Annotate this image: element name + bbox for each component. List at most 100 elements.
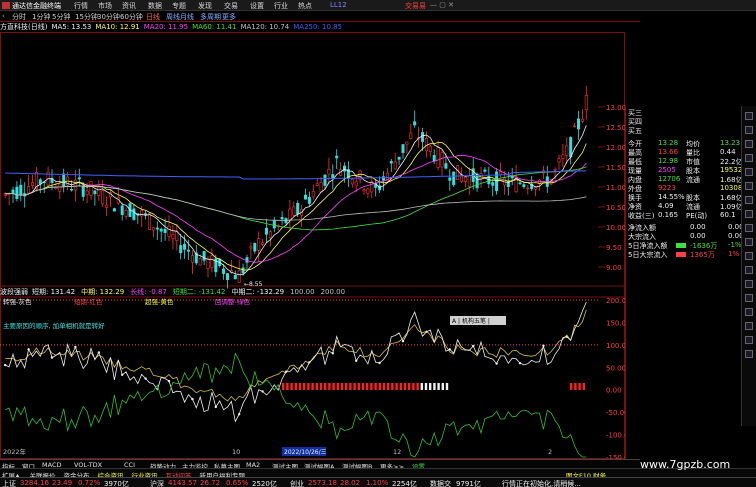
signal-bar <box>445 382 449 390</box>
price-tick-label: 12.00 <box>606 144 626 152</box>
period-tab[interactable]: 15分钟 <box>75 12 98 22</box>
candle-body <box>140 209 144 217</box>
menu-item[interactable]: 专题 <box>172 1 186 11</box>
candle-body <box>475 173 479 189</box>
index-value: 4143.57 <box>168 479 197 487</box>
side-tool-icon[interactable] <box>745 350 753 358</box>
ma-value: MA5: 13.53 <box>51 23 92 31</box>
window-controls-icon[interactable]: — ▢ ✕ <box>430 1 454 9</box>
period-tab[interactable]: 1分钟 <box>32 12 50 22</box>
signal-bar <box>420 382 423 390</box>
ma10-line <box>5 142 587 271</box>
menu-item-ll12[interactable]: LL12 <box>330 1 347 9</box>
side-tool-icon[interactable] <box>745 308 753 316</box>
ma-value: MA20: 11.95 <box>143 23 189 31</box>
ma-legend: 方直科技(日线) MA5: 13.53 MA10: 12.91 MA20: 11.95… <box>0 22 640 32</box>
x-axis-label: 2 <box>548 448 552 456</box>
signal-bar <box>357 382 360 390</box>
menu-item[interactable]: 热点 <box>298 1 312 11</box>
menu-item[interactable]: 市场 <box>98 1 112 11</box>
menu-item[interactable]: 行业 <box>274 1 288 11</box>
indicator-panel: 转强-灰色 短期-红色 超强-黄色 回调整-绿色主要原因的顺序, 加单相机就是转好 A … <box>3 297 587 458</box>
menu-item[interactable]: 资讯 <box>122 1 136 11</box>
kline-chart[interactable]: ←8.55 转强-灰色 短期-红色 超强-黄色 回调整-绿色主要原因的顺序, 加单相机… <box>0 32 640 460</box>
x-axis-label: 2022年 <box>3 447 27 456</box>
side-tool-icon[interactable] <box>745 168 753 176</box>
candle-body <box>155 227 159 230</box>
date-cursor-label: 2022/10/26/三 <box>284 449 327 456</box>
side-tool-icon[interactable] <box>745 182 753 190</box>
indicator-popup-label[interactable]: A | 机构五笔 | <box>452 317 490 325</box>
signal-bar <box>361 382 365 390</box>
side-tool-icon[interactable] <box>745 224 753 232</box>
candle-body <box>183 243 187 250</box>
signal-bar <box>408 382 411 390</box>
period-tab[interactable]: 30分钟 <box>97 12 120 22</box>
signal-bar <box>391 382 394 390</box>
menu-item[interactable]: 发现 <box>198 1 212 11</box>
menu-item[interactable]: 数据 <box>148 1 162 11</box>
menu-item[interactable]: 设置 <box>250 1 264 11</box>
candle-body <box>573 125 577 128</box>
side-tool-icon[interactable] <box>745 196 753 204</box>
indicator-annotation: 超强-黄色 <box>145 297 174 306</box>
index-pct: 0.65% <box>226 479 249 487</box>
side-tool-icon[interactable] <box>745 280 753 288</box>
indicator-value: 短期: 131.42 <box>32 288 76 296</box>
trade-button[interactable]: 交易易 <box>405 1 426 11</box>
expand-icon[interactable]: ‹ <box>2 12 5 20</box>
signal-bar <box>574 382 577 390</box>
indicator-annotation: 主要原因的顺序, 加单相机就是转好 <box>3 321 105 330</box>
side-toolbar[interactable] <box>741 106 756 426</box>
candle-body <box>222 268 226 274</box>
index-amount: 2520亿 <box>252 480 277 487</box>
side-tool-icon[interactable] <box>745 252 753 260</box>
candle-body <box>77 177 81 180</box>
candle-body <box>163 229 167 233</box>
side-tool-icon[interactable] <box>745 266 753 274</box>
candle-body <box>241 267 245 274</box>
quote-value: 13.28 <box>658 139 679 147</box>
chart-frame <box>0 32 625 459</box>
quote-value: 0.44 <box>720 148 736 156</box>
index-name[interactable]: 上证 <box>2 479 16 487</box>
candle-body <box>584 94 588 111</box>
side-tool-icon[interactable] <box>745 210 753 218</box>
index-name[interactable]: 数据交 <box>430 479 451 487</box>
candle-body <box>81 185 85 197</box>
indicator-value: 中期二: -132.29 <box>231 288 285 296</box>
candle-body <box>444 163 448 169</box>
period-tab[interactable]: 日线 <box>146 12 160 22</box>
menu-item[interactable]: 行情 <box>74 1 88 11</box>
signal-bar <box>570 382 573 390</box>
candle-body <box>179 245 183 254</box>
candle-body <box>233 275 237 280</box>
side-tool-icon[interactable] <box>745 294 753 302</box>
price-tick-label: 9.00 <box>606 264 622 272</box>
signal-bar <box>328 382 331 390</box>
watermark-text: www.7gpzb.com <box>640 458 731 471</box>
period-tab[interactable]: 5分钟 <box>52 12 70 22</box>
period-tab[interactable]: 更多 <box>222 12 236 22</box>
side-tool-icon[interactable] <box>745 336 753 344</box>
candle-body <box>85 190 89 195</box>
period-tab[interactable]: 分时 <box>12 12 26 22</box>
side-tool-icon[interactable] <box>745 154 753 162</box>
period-tab[interactable]: 多周期 <box>200 12 221 22</box>
side-tool-icon[interactable] <box>745 112 753 120</box>
side-tool-icon[interactable] <box>745 126 753 134</box>
period-tab[interactable]: 60分钟 <box>120 12 143 22</box>
side-tool-icon[interactable] <box>745 140 753 148</box>
period-tab[interactable]: 周线 <box>166 12 180 22</box>
index-name[interactable]: 创业 <box>290 479 304 487</box>
menu-item[interactable]: 交易 <box>224 1 238 11</box>
index-pct: 0.72% <box>78 479 101 487</box>
period-tab[interactable]: 月线 <box>180 12 194 22</box>
index-name[interactable]: 沪深 <box>150 479 164 487</box>
signal-bar <box>582 382 585 390</box>
side-tool-icon[interactable] <box>745 322 753 330</box>
candle-body <box>206 258 210 269</box>
side-tool-icon[interactable] <box>745 238 753 246</box>
candle-body <box>187 249 191 252</box>
quote-value: 0.165 <box>658 211 679 219</box>
